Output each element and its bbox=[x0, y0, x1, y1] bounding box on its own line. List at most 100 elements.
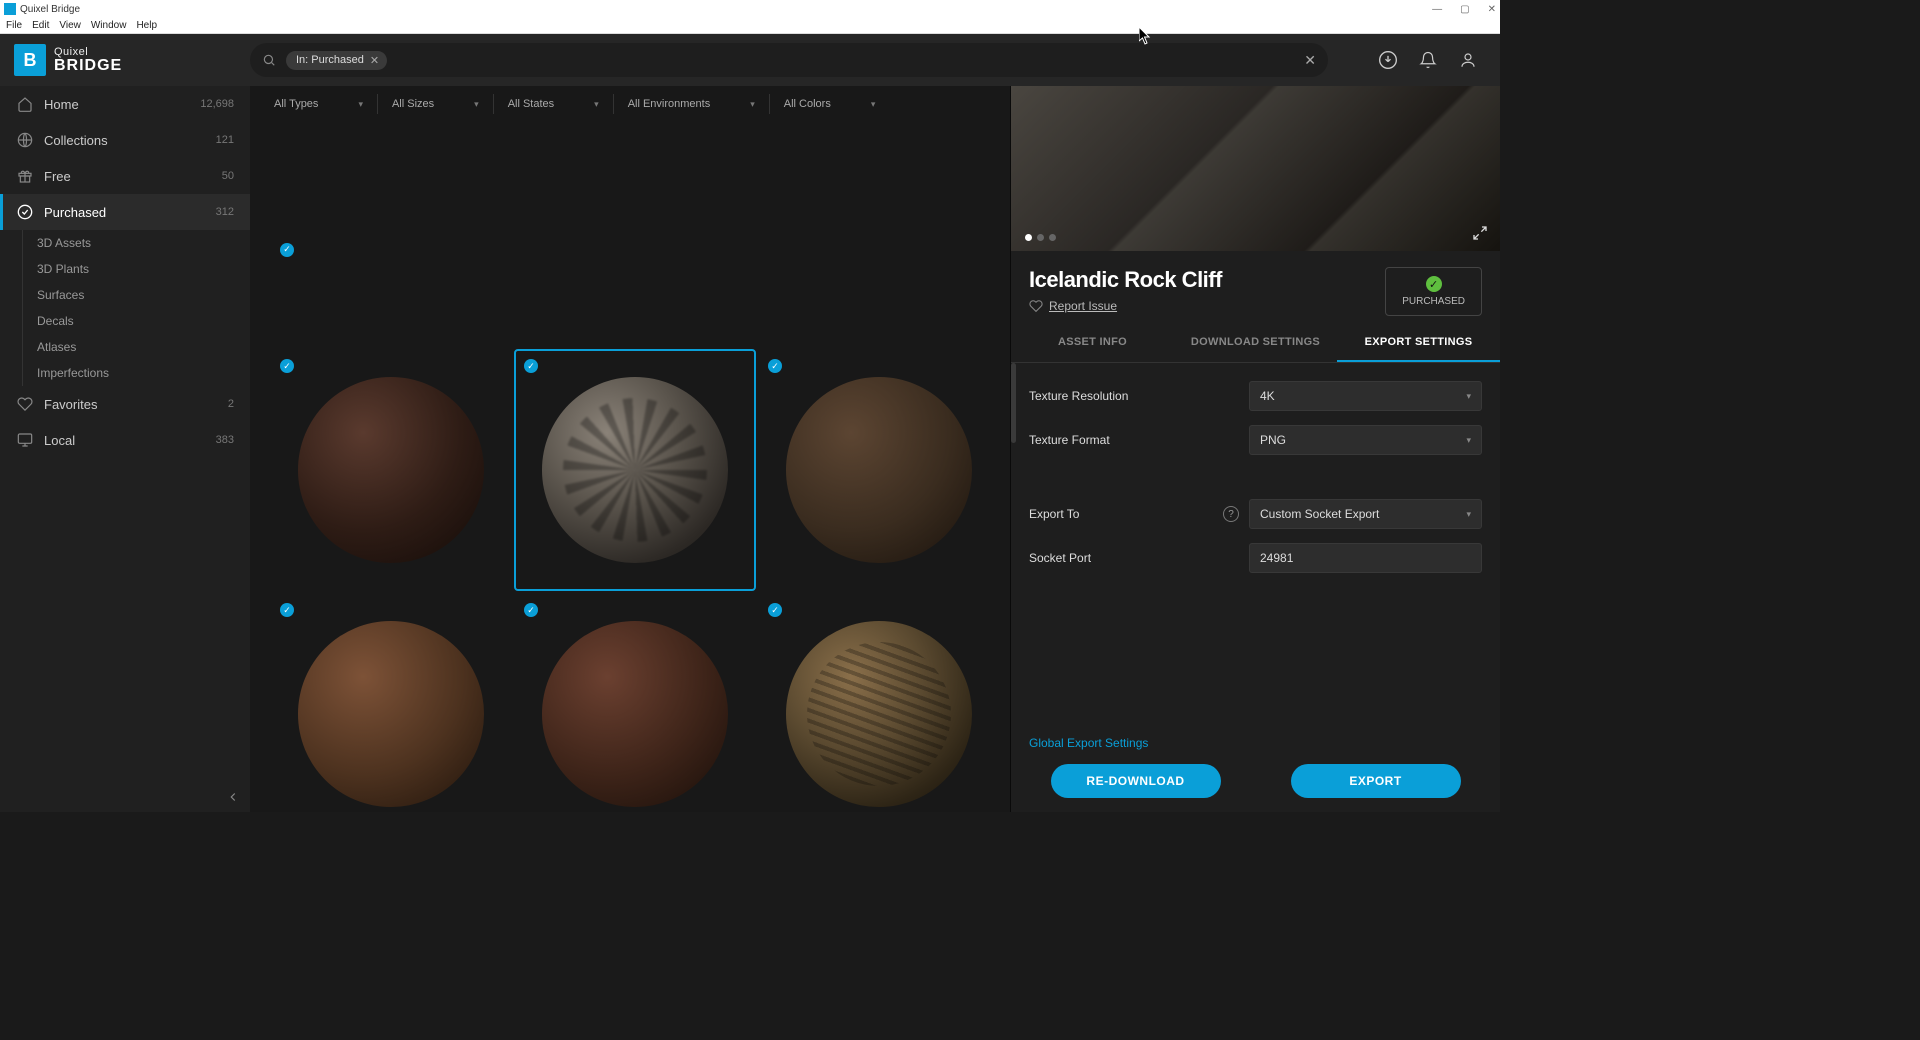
heart-icon[interactable] bbox=[1029, 299, 1043, 313]
carousel-dots[interactable] bbox=[1025, 234, 1056, 241]
tab-download-settings[interactable]: DOWNLOAD SETTINGS bbox=[1174, 324, 1337, 362]
sidebar-item-label: Collections bbox=[44, 133, 108, 148]
export-button[interactable]: EXPORT bbox=[1291, 764, 1461, 798]
logo-line2: BRIDGE bbox=[54, 58, 122, 74]
sidebar-item-free[interactable]: Free 50 bbox=[0, 158, 250, 194]
sidebar-item-label: Favorites bbox=[44, 397, 97, 412]
asset-card[interactable] bbox=[758, 349, 1000, 591]
report-issue-link[interactable]: Report Issue bbox=[1049, 299, 1117, 313]
sidebar-item-collections[interactable]: Collections 121 bbox=[0, 122, 250, 158]
sidebar-item-count: 2 bbox=[228, 398, 234, 410]
texture-resolution-select[interactable]: 4K▾ bbox=[1249, 381, 1482, 411]
subcat-3d-plants[interactable]: 3D Plants bbox=[37, 256, 250, 282]
export-settings-panel: Texture Resolution 4K▾ Texture Format PN… bbox=[1011, 363, 1500, 752]
detail-tabs: ASSET INFO DOWNLOAD SETTINGS EXPORT SETT… bbox=[1011, 324, 1500, 363]
menu-bar: File Edit View Window Help bbox=[0, 18, 1500, 34]
purchased-badge-icon bbox=[280, 243, 294, 257]
setting-label: Texture Format bbox=[1029, 433, 1249, 447]
scrollbar[interactable] bbox=[1011, 363, 1016, 443]
menu-view[interactable]: View bbox=[59, 20, 81, 31]
asset-card[interactable] bbox=[758, 593, 1000, 812]
filter-sizes[interactable]: All Sizes▾ bbox=[378, 94, 494, 114]
account-icon[interactable] bbox=[1458, 50, 1478, 70]
asset-card[interactable] bbox=[514, 593, 756, 812]
search-clear-icon[interactable]: ✕ bbox=[1304, 52, 1316, 69]
check-icon: ✓ bbox=[1426, 276, 1442, 292]
sidebar-item-label: Home bbox=[44, 97, 79, 112]
redownload-button[interactable]: RE-DOWNLOAD bbox=[1051, 764, 1221, 798]
chevron-down-icon: ▾ bbox=[1466, 391, 1471, 402]
subcat-3d-assets[interactable]: 3D Assets bbox=[37, 230, 250, 256]
purchased-status-badge: ✓ PURCHASED bbox=[1385, 267, 1482, 316]
menu-help[interactable]: Help bbox=[136, 20, 157, 31]
setting-label: Socket Port bbox=[1029, 551, 1249, 565]
carousel-dot[interactable] bbox=[1049, 234, 1056, 241]
monitor-icon bbox=[16, 432, 34, 448]
purchased-badge-icon bbox=[524, 359, 538, 373]
export-to-select[interactable]: Custom Socket Export▾ bbox=[1249, 499, 1482, 529]
subcat-atlases[interactable]: Atlases bbox=[37, 334, 250, 360]
sidebar-item-favorites[interactable]: Favorites 2 bbox=[0, 386, 250, 422]
logo-mark-icon: B bbox=[14, 44, 46, 76]
menu-window[interactable]: Window bbox=[91, 20, 127, 31]
chevron-down-icon: ▾ bbox=[474, 99, 479, 110]
minimize-button[interactable]: — bbox=[1432, 4, 1442, 15]
sidebar-item-home[interactable]: Home 12,698 bbox=[0, 86, 250, 122]
purchased-badge-icon bbox=[768, 359, 782, 373]
carousel-dot[interactable] bbox=[1037, 234, 1044, 241]
logo-line1: Quixel bbox=[54, 47, 122, 58]
search-bar[interactable]: In: Purchased ✕ ✕ bbox=[250, 43, 1328, 77]
sidebar-item-local[interactable]: Local 383 bbox=[0, 422, 250, 458]
expand-icon[interactable] bbox=[1472, 225, 1488, 241]
sidebar-subcategories: 3D Assets 3D Plants Surfaces Decals Atla… bbox=[22, 230, 250, 386]
downloads-icon[interactable] bbox=[1378, 50, 1398, 70]
sidebar-item-purchased[interactable]: Purchased 312 bbox=[0, 194, 250, 230]
window-title: Quixel Bridge bbox=[20, 4, 80, 15]
chevron-down-icon: ▾ bbox=[1466, 435, 1471, 446]
sidebar-item-count: 383 bbox=[216, 434, 234, 446]
sidebar: Home 12,698 Collections 121 Free 50 Purc… bbox=[0, 86, 250, 812]
purchased-badge-icon bbox=[280, 359, 294, 373]
global-export-settings-link[interactable]: Global Export Settings bbox=[1029, 736, 1148, 750]
filter-states[interactable]: All States▾ bbox=[494, 94, 614, 114]
chevron-down-icon: ▾ bbox=[1466, 509, 1471, 520]
filter-types[interactable]: All Types▾ bbox=[260, 94, 378, 114]
purchased-badge-icon bbox=[768, 603, 782, 617]
tab-export-settings[interactable]: EXPORT SETTINGS bbox=[1337, 324, 1500, 362]
heart-icon bbox=[16, 396, 34, 412]
subcat-surfaces[interactable]: Surfaces bbox=[37, 282, 250, 308]
sidebar-collapse-icon[interactable] bbox=[226, 790, 240, 804]
help-icon[interactable]: ? bbox=[1223, 506, 1239, 522]
maximize-button[interactable]: ▢ bbox=[1460, 4, 1469, 15]
home-icon bbox=[16, 96, 34, 112]
asset-card-selected[interactable] bbox=[514, 349, 756, 591]
window-title-bar: Quixel Bridge — ▢ ✕ bbox=[0, 0, 1500, 18]
asset-title: Icelandic Rock Cliff bbox=[1029, 267, 1222, 293]
purchased-badge-icon bbox=[524, 603, 538, 617]
menu-file[interactable]: File bbox=[6, 20, 22, 31]
socket-port-input[interactable]: 24981 bbox=[1249, 543, 1482, 573]
subcat-imperfections[interactable]: Imperfections bbox=[37, 360, 250, 386]
globe-icon bbox=[16, 132, 34, 148]
search-icon bbox=[262, 53, 276, 67]
close-button[interactable]: ✕ bbox=[1488, 4, 1496, 15]
asset-preview-image[interactable] bbox=[1011, 86, 1500, 251]
subcat-decals[interactable]: Decals bbox=[37, 308, 250, 334]
tab-asset-info[interactable]: ASSET INFO bbox=[1011, 324, 1174, 362]
notifications-icon[interactable] bbox=[1418, 50, 1438, 70]
chip-remove-icon[interactable]: ✕ bbox=[370, 54, 379, 67]
sidebar-item-count: 50 bbox=[222, 170, 234, 182]
asset-card[interactable] bbox=[270, 593, 512, 812]
filter-colors[interactable]: All Colors▾ bbox=[770, 94, 890, 114]
asset-card[interactable] bbox=[270, 349, 512, 591]
app-logo[interactable]: B Quixel BRIDGE bbox=[14, 44, 250, 76]
setting-label: Texture Resolution bbox=[1029, 389, 1249, 403]
asset-card[interactable] bbox=[270, 122, 1000, 347]
chevron-down-icon: ▾ bbox=[358, 99, 363, 110]
filter-environments[interactable]: All Environments▾ bbox=[614, 94, 770, 114]
carousel-dot[interactable] bbox=[1025, 234, 1032, 241]
menu-edit[interactable]: Edit bbox=[32, 20, 49, 31]
search-filter-chip[interactable]: In: Purchased ✕ bbox=[286, 51, 387, 70]
texture-format-select[interactable]: PNG▾ bbox=[1249, 425, 1482, 455]
sidebar-item-count: 12,698 bbox=[200, 98, 234, 110]
